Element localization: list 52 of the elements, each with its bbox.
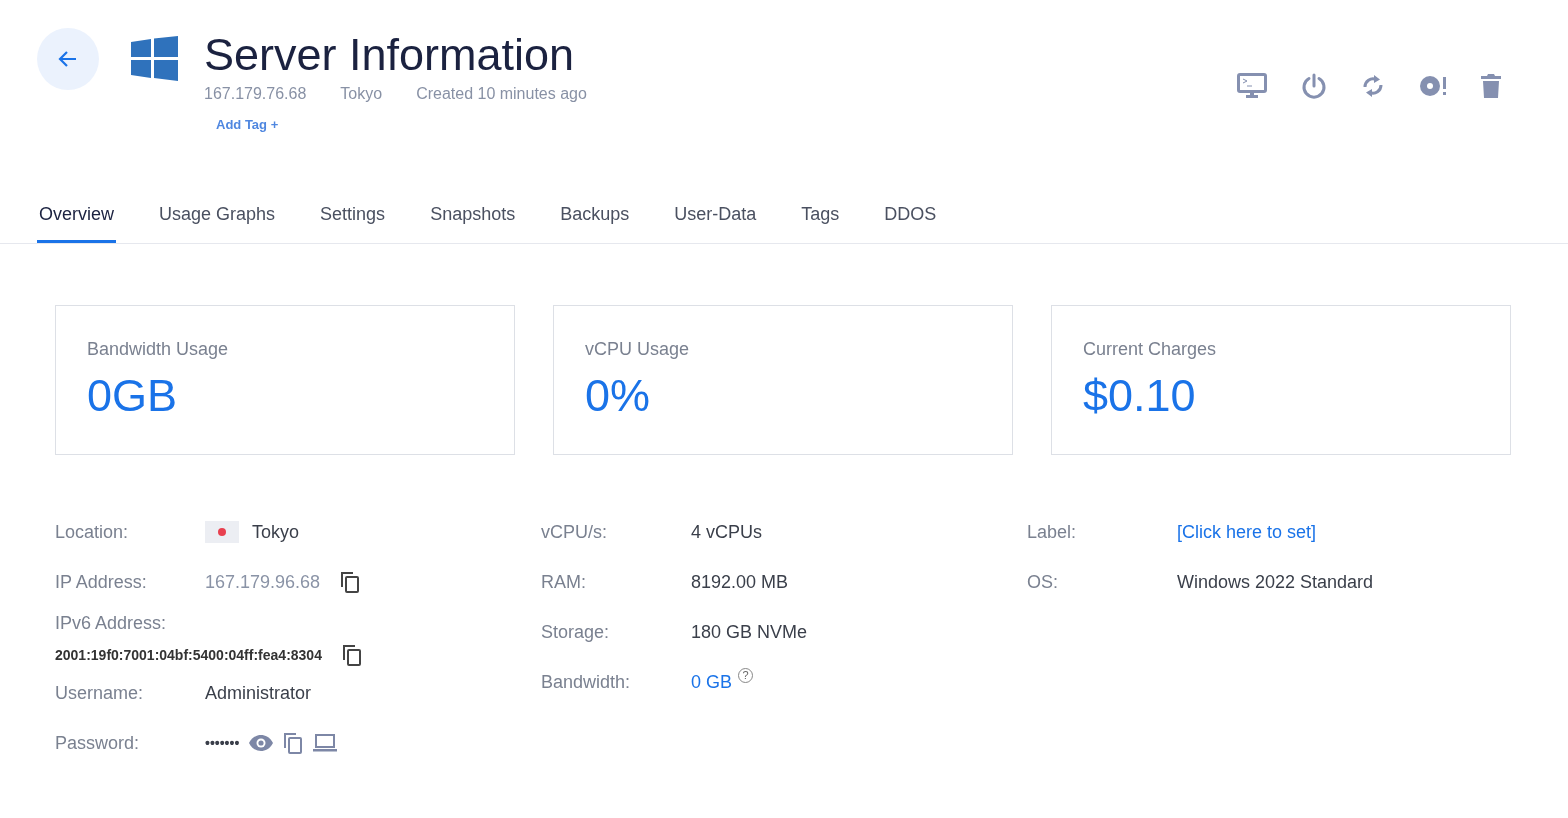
field-label: RAM: — [541, 571, 587, 593]
tab[interactable]: Backups — [558, 204, 632, 243]
field-value: 180 GB NVMe — [691, 621, 808, 643]
copy-icon[interactable] — [341, 644, 362, 666]
set-label-link[interactable]: [Click here to set] — [1177, 521, 1317, 543]
card-value: 0% — [585, 370, 652, 422]
tab[interactable]: User-Data — [672, 204, 759, 243]
field-value: 8192.00 MB — [691, 571, 789, 593]
tab[interactable]: Snapshots — [428, 204, 518, 243]
field-label: IP Address: — [55, 571, 148, 593]
card-title: vCPU Usage — [585, 339, 691, 360]
field-value: Tokyo — [252, 521, 300, 543]
card-title: Current Charges — [1083, 339, 1218, 360]
field-value: 2001:19f0:7001:04bf:5400:04ff:fea4:8304 — [55, 647, 322, 663]
server-meta-text: 167.179.76.68 — [204, 85, 307, 103]
japan-flag-icon — [205, 521, 239, 543]
field-label: Location: — [55, 521, 130, 543]
disc-alert-icon[interactable] — [1419, 74, 1447, 98]
field-value: 167.179.96.68 — [205, 571, 321, 593]
card-title: Bandwidth Usage — [87, 339, 230, 360]
laptop-icon[interactable] — [313, 734, 338, 752]
copy-icon[interactable] — [340, 571, 361, 593]
field-value: Windows 2022 Standard — [1177, 571, 1374, 593]
field-label: Bandwidth: — [541, 671, 632, 693]
tab[interactable]: DDOS — [882, 204, 939, 243]
server-meta-text: Created 10 minutes ago — [416, 85, 587, 103]
console-monitor-icon[interactable] — [1237, 73, 1267, 99]
field-label: IPv6 Address: — [55, 613, 168, 634]
field-label: Username: — [55, 682, 145, 704]
trash-icon[interactable] — [1481, 73, 1501, 99]
power-icon[interactable] — [1301, 73, 1327, 99]
card-value: $0.10 — [1083, 370, 1197, 422]
server-meta-text: Tokyo — [340, 85, 383, 103]
tab[interactable]: Overview — [37, 204, 116, 243]
eye-icon[interactable] — [249, 735, 274, 751]
field-label: vCPU/s: — [541, 521, 608, 543]
field-label: Label: — [1027, 521, 1078, 543]
tab[interactable]: Settings — [318, 204, 388, 243]
tab[interactable]: Usage Graphs — [157, 204, 278, 243]
field-value: 4 vCPUs — [691, 521, 762, 543]
card-value: 0GB — [87, 370, 179, 422]
field-label: OS: — [1027, 571, 1059, 593]
masked-password: ••••••• — [205, 735, 240, 751]
add-tag-link[interactable]: Add Tag + — [216, 117, 279, 132]
restart-icon[interactable] — [1361, 72, 1385, 100]
page-title: Server Information — [204, 28, 576, 82]
bandwidth-link[interactable]: 0 GB — [691, 671, 733, 693]
tab[interactable]: Tags — [799, 204, 842, 243]
windows-logo-icon — [131, 36, 178, 81]
field-label: Storage: — [541, 621, 611, 643]
field-value: Administrator — [205, 682, 312, 704]
field-label: Password: — [55, 732, 141, 754]
